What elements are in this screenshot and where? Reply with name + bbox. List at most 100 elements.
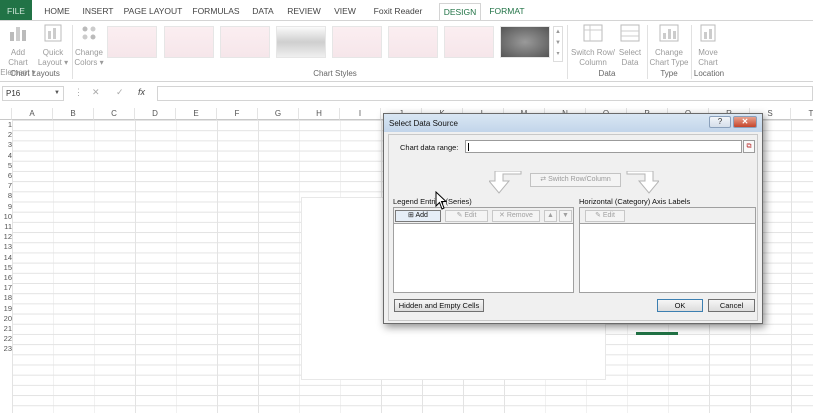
- chart-style-1[interactable]: [107, 26, 157, 58]
- axis-labels-panel: ✎ Edit: [579, 207, 756, 293]
- row-header[interactable]: 1: [0, 120, 12, 130]
- column-header[interactable]: E: [176, 108, 217, 120]
- change-chart-type-icon: [659, 24, 679, 42]
- change-colors-icon: [82, 26, 96, 40]
- chart-style-4[interactable]: [276, 26, 326, 58]
- move-down-button[interactable]: ▼: [559, 210, 572, 222]
- tab-home[interactable]: HOME: [40, 3, 74, 20]
- row-header[interactable]: 5: [0, 161, 12, 171]
- chart-style-2[interactable]: [164, 26, 214, 58]
- edit-axis-labels-button[interactable]: ✎ Edit: [585, 210, 625, 222]
- select-data-ribbon-button[interactable]: Select Data: [617, 23, 643, 68]
- chart-style-3[interactable]: [220, 26, 270, 58]
- chart-style-7[interactable]: [444, 26, 494, 58]
- row-header[interactable]: 16: [0, 273, 12, 283]
- row-header[interactable]: 20: [0, 314, 12, 324]
- dialog-title-bar[interactable]: Select Data Source ? ✕: [384, 114, 762, 132]
- tab-review[interactable]: REVIEW: [285, 3, 323, 20]
- select-data-icon: [620, 24, 640, 42]
- insert-function-icon[interactable]: fx: [138, 87, 145, 97]
- quick-layout-line2: Layout ▾: [37, 58, 69, 67]
- tab-format[interactable]: FORMAT: [486, 3, 528, 20]
- axis-labels-toolbar: ✎ Edit: [580, 208, 755, 224]
- enter-formula-icon[interactable]: ✓: [116, 87, 124, 98]
- close-button[interactable]: ✕: [733, 116, 757, 128]
- cancel-formula-icon[interactable]: ✕: [92, 87, 100, 98]
- column-header[interactable]: H: [299, 108, 340, 120]
- chart-element-icon: [10, 27, 26, 41]
- column-header[interactable]: C: [94, 108, 135, 120]
- column-header[interactable]: T: [791, 108, 813, 120]
- row-header[interactable]: 13: [0, 242, 12, 252]
- tab-page-layout[interactable]: PAGE LAYOUT: [123, 3, 183, 20]
- quick-layout-button[interactable]: Quick Layout ▾: [37, 23, 69, 68]
- active-cell-indicator: [636, 332, 678, 335]
- row-header[interactable]: 18: [0, 293, 12, 303]
- chart-styles-scroll[interactable]: ▲ ▼ ▾: [553, 26, 563, 62]
- column-header[interactable]: G: [258, 108, 299, 120]
- cancel-button[interactable]: Cancel: [708, 299, 755, 312]
- row-header[interactable]: 7: [0, 181, 12, 191]
- formula-bar-divider: ⋮: [74, 87, 83, 97]
- row-header[interactable]: 22: [0, 334, 12, 344]
- help-button[interactable]: ?: [709, 116, 731, 128]
- row-header[interactable]: 23: [0, 344, 12, 354]
- tab-design[interactable]: DESIGN: [439, 3, 481, 20]
- hidden-empty-cells-button[interactable]: Hidden and Empty Cells: [394, 299, 484, 312]
- edit-axis-labels-label: Edit: [602, 212, 615, 219]
- row-header[interactable]: 14: [0, 253, 12, 263]
- switch-row-column-icon: ⇄: [540, 176, 549, 183]
- row-header[interactable]: 8: [0, 191, 12, 201]
- row-header[interactable]: 17: [0, 283, 12, 293]
- row-header[interactable]: 10: [0, 212, 12, 222]
- row-header[interactable]: 6: [0, 171, 12, 181]
- change-colors-button[interactable]: Change Colors ▾: [73, 23, 105, 68]
- tab-formulas[interactable]: FORMULAS: [191, 3, 241, 20]
- group-chart-styles: Chart Styles: [313, 69, 357, 78]
- edit-icon: ✎: [595, 212, 603, 219]
- remove-series-button[interactable]: ✕ Remove: [492, 210, 540, 222]
- name-box[interactable]: P16 ▼: [2, 86, 64, 101]
- row-header[interactable]: 11: [0, 222, 12, 232]
- chart-style-6[interactable]: [388, 26, 438, 58]
- switch-row-column-button[interactable]: ⇄ Switch Row/Column: [530, 173, 621, 187]
- select-all-corner[interactable]: [0, 108, 12, 120]
- tab-file[interactable]: FILE: [0, 0, 32, 20]
- select-data-source-dialog: Select Data Source ? ✕ Chart data range:…: [383, 113, 763, 324]
- row-header[interactable]: 2: [0, 130, 12, 140]
- row-header[interactable]: 4: [0, 151, 12, 161]
- dialog-body: Chart data range: ⧉ ⇄ Switch Row/Column …: [388, 134, 758, 321]
- collapse-dialog-icon[interactable]: ⧉: [743, 140, 755, 153]
- column-header[interactable]: B: [53, 108, 94, 120]
- tab-data[interactable]: DATA: [249, 3, 277, 20]
- switch-row-column-ribbon-button[interactable]: Switch Row/ Column: [570, 23, 616, 68]
- ok-button[interactable]: OK: [657, 299, 703, 312]
- column-header[interactable]: A: [12, 108, 53, 120]
- change-chart-type-button[interactable]: Change Chart Type: [649, 23, 689, 68]
- column-header[interactable]: D: [135, 108, 176, 120]
- move-chart-line2: Chart: [698, 58, 718, 67]
- column-header[interactable]: F: [217, 108, 258, 120]
- row-header[interactable]: 3: [0, 140, 12, 150]
- chart-data-range-input[interactable]: [465, 140, 742, 153]
- chart-style-5[interactable]: [332, 26, 382, 58]
- tab-view[interactable]: VIEW: [331, 3, 359, 20]
- chart-style-8[interactable]: [500, 26, 550, 58]
- select-data-line2: Data: [621, 58, 639, 67]
- move-up-button[interactable]: ▲: [544, 210, 557, 222]
- arrow-down-icon: ▼: [562, 212, 569, 219]
- row-header[interactable]: 21: [0, 324, 12, 334]
- formula-input[interactable]: [157, 86, 813, 101]
- tab-insert[interactable]: INSERT: [80, 3, 116, 20]
- add-series-button[interactable]: ⊞ Add: [395, 210, 441, 222]
- tab-foxit-reader-pdf[interactable]: Foxit Reader PDF: [366, 3, 430, 33]
- edit-series-button[interactable]: ✎ Edit: [445, 210, 488, 222]
- move-chart-button[interactable]: Move Chart: [693, 23, 723, 68]
- row-header[interactable]: 19: [0, 304, 12, 314]
- row-header[interactable]: 9: [0, 202, 12, 212]
- column-header[interactable]: I: [340, 108, 381, 120]
- row-header[interactable]: 12: [0, 232, 12, 242]
- row-header[interactable]: 15: [0, 263, 12, 273]
- ribbon: Add Chart Element ▾ Quick Layout ▾ Chang…: [0, 20, 813, 82]
- group-separator: [567, 25, 568, 79]
